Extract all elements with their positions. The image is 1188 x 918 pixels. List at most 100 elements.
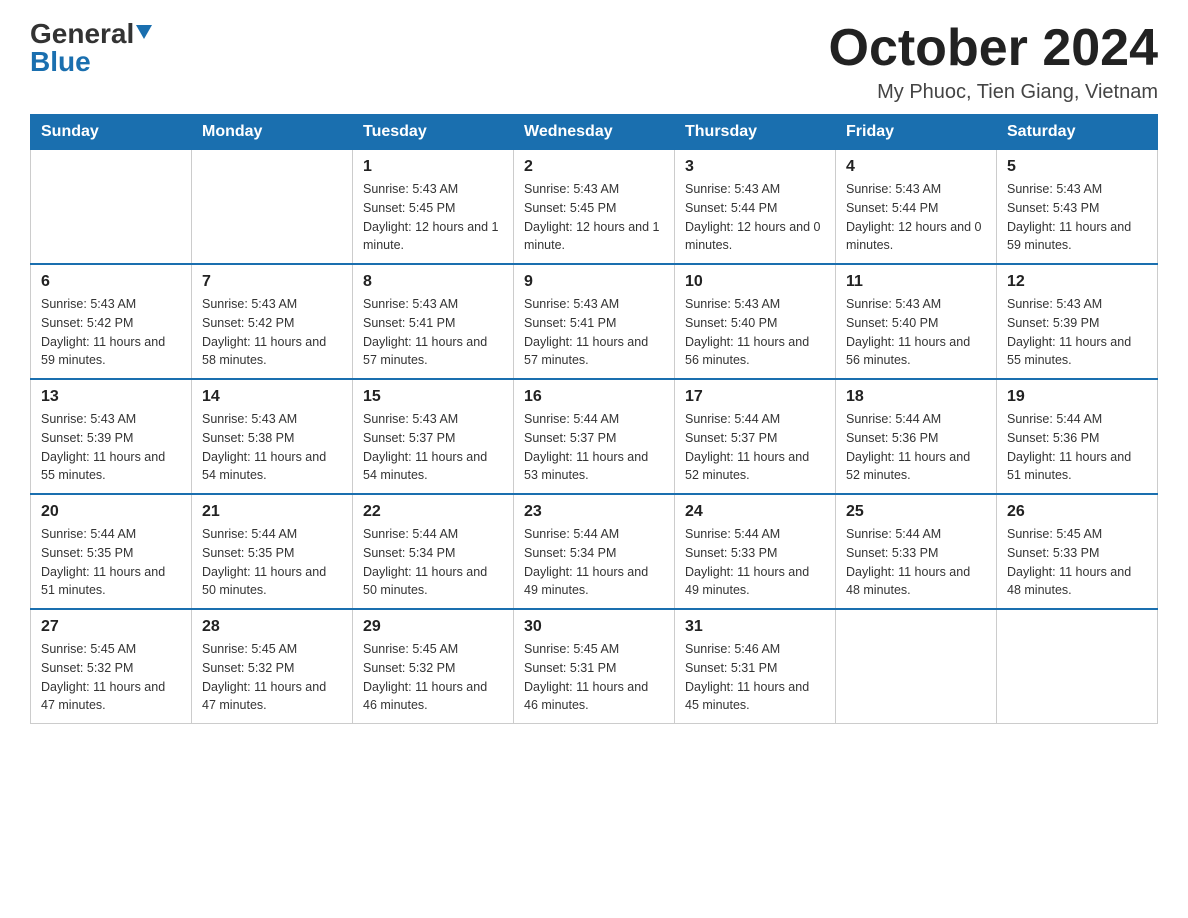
day-info: Sunrise: 5:43 AMSunset: 5:42 PMDaylight:… — [202, 295, 342, 370]
day-info: Sunrise: 5:43 AMSunset: 5:42 PMDaylight:… — [41, 295, 181, 370]
day-number: 3 — [685, 158, 825, 176]
calendar-cell: 10 Sunrise: 5:43 AMSunset: 5:40 PMDayligh… — [675, 264, 836, 379]
day-number: 29 — [363, 618, 503, 636]
day-info: Sunrise: 5:43 AMSunset: 5:39 PMDaylight:… — [1007, 295, 1147, 370]
location: My Phuoc, Tien Giang, Vietnam — [829, 81, 1159, 104]
day-number: 31 — [685, 618, 825, 636]
title-block: October 2024 My Phuoc, Tien Giang, Vietn… — [829, 20, 1159, 104]
day-number: 6 — [41, 273, 181, 291]
day-info: Sunrise: 5:45 AMSunset: 5:32 PMDaylight:… — [363, 640, 503, 715]
calendar-header-monday: Monday — [192, 115, 353, 150]
calendar-week-row: 1 Sunrise: 5:43 AMSunset: 5:45 PMDaylight… — [31, 150, 1158, 265]
calendar-cell: 27 Sunrise: 5:45 AMSunset: 5:32 PMDayligh… — [31, 609, 192, 724]
day-number: 15 — [363, 388, 503, 406]
day-number: 18 — [846, 388, 986, 406]
day-number: 19 — [1007, 388, 1147, 406]
calendar-cell: 12 Sunrise: 5:43 AMSunset: 5:39 PMDayligh… — [997, 264, 1158, 379]
logo-triangle-icon — [136, 25, 152, 39]
day-info: Sunrise: 5:43 AMSunset: 5:38 PMDaylight:… — [202, 410, 342, 485]
day-info: Sunrise: 5:45 AMSunset: 5:32 PMDaylight:… — [41, 640, 181, 715]
day-info: Sunrise: 5:44 AMSunset: 5:37 PMDaylight:… — [685, 410, 825, 485]
day-info: Sunrise: 5:43 AMSunset: 5:43 PMDaylight:… — [1007, 180, 1147, 255]
day-info: Sunrise: 5:44 AMSunset: 5:33 PMDaylight:… — [846, 525, 986, 600]
day-number: 22 — [363, 503, 503, 521]
calendar-cell: 20 Sunrise: 5:44 AMSunset: 5:35 PMDayligh… — [31, 494, 192, 609]
calendar-cell: 1 Sunrise: 5:43 AMSunset: 5:45 PMDaylight… — [353, 150, 514, 265]
calendar-cell: 8 Sunrise: 5:43 AMSunset: 5:41 PMDaylight… — [353, 264, 514, 379]
calendar-cell: 19Sunrise: 5:44 AMSunset: 5:36 PMDayligh… — [997, 379, 1158, 494]
calendar-cell: 5 Sunrise: 5:43 AMSunset: 5:43 PMDaylight… — [997, 150, 1158, 265]
calendar-header-saturday: Saturday — [997, 115, 1158, 150]
calendar-cell: 23 Sunrise: 5:44 AMSunset: 5:34 PMDayligh… — [514, 494, 675, 609]
day-info: Sunrise: 5:45 AMSunset: 5:31 PMDaylight:… — [524, 640, 664, 715]
calendar-week-row: 27 Sunrise: 5:45 AMSunset: 5:32 PMDayligh… — [31, 609, 1158, 724]
day-number: 13 — [41, 388, 181, 406]
day-number: 16 — [524, 388, 664, 406]
calendar-cell: 7Sunrise: 5:43 AMSunset: 5:42 PMDaylight… — [192, 264, 353, 379]
day-number: 8 — [363, 273, 503, 291]
calendar-cell: 24 Sunrise: 5:44 AMSunset: 5:33 PMDayligh… — [675, 494, 836, 609]
day-number: 25 — [846, 503, 986, 521]
day-number: 26 — [1007, 503, 1147, 521]
calendar-cell — [836, 609, 997, 724]
page-header: General Blue October 2024 My Phuoc, Tien… — [30, 20, 1158, 104]
day-info: Sunrise: 5:44 AMSunset: 5:35 PMDaylight:… — [202, 525, 342, 600]
calendar-header-friday: Friday — [836, 115, 997, 150]
day-info: Sunrise: 5:43 AMSunset: 5:45 PMDaylight:… — [363, 180, 503, 255]
day-info: Sunrise: 5:43 AMSunset: 5:37 PMDaylight:… — [363, 410, 503, 485]
calendar-week-row: 6 Sunrise: 5:43 AMSunset: 5:42 PMDaylight… — [31, 264, 1158, 379]
day-number: 17 — [685, 388, 825, 406]
day-info: Sunrise: 5:43 AMSunset: 5:41 PMDaylight:… — [524, 295, 664, 370]
calendar-cell: 30Sunrise: 5:45 AMSunset: 5:31 PMDayligh… — [514, 609, 675, 724]
day-info: Sunrise: 5:45 AMSunset: 5:32 PMDaylight:… — [202, 640, 342, 715]
calendar-cell: 21 Sunrise: 5:44 AMSunset: 5:35 PMDayligh… — [192, 494, 353, 609]
calendar-cell: 13 Sunrise: 5:43 AMSunset: 5:39 PMDayligh… — [31, 379, 192, 494]
calendar-cell: 6 Sunrise: 5:43 AMSunset: 5:42 PMDaylight… — [31, 264, 192, 379]
logo: General Blue — [30, 20, 152, 76]
day-info: Sunrise: 5:44 AMSunset: 5:33 PMDaylight:… — [685, 525, 825, 600]
calendar-header-wednesday: Wednesday — [514, 115, 675, 150]
calendar-cell — [31, 150, 192, 265]
day-info: Sunrise: 5:45 AMSunset: 5:33 PMDaylight:… — [1007, 525, 1147, 600]
day-info: Sunrise: 5:43 AMSunset: 5:41 PMDaylight:… — [363, 295, 503, 370]
calendar-cell: 11Sunrise: 5:43 AMSunset: 5:40 PMDayligh… — [836, 264, 997, 379]
day-info: Sunrise: 5:44 AMSunset: 5:34 PMDaylight:… — [363, 525, 503, 600]
day-info: Sunrise: 5:44 AMSunset: 5:34 PMDaylight:… — [524, 525, 664, 600]
calendar-header-tuesday: Tuesday — [353, 115, 514, 150]
month-title: October 2024 — [829, 20, 1159, 77]
calendar-cell: 16Sunrise: 5:44 AMSunset: 5:37 PMDayligh… — [514, 379, 675, 494]
day-number: 27 — [41, 618, 181, 636]
day-info: Sunrise: 5:44 AMSunset: 5:35 PMDaylight:… — [41, 525, 181, 600]
day-number: 1 — [363, 158, 503, 176]
day-info: Sunrise: 5:43 AMSunset: 5:39 PMDaylight:… — [41, 410, 181, 485]
calendar-cell: 26 Sunrise: 5:45 AMSunset: 5:33 PMDayligh… — [997, 494, 1158, 609]
day-info: Sunrise: 5:43 AMSunset: 5:45 PMDaylight:… — [524, 180, 664, 255]
calendar-cell: 28 Sunrise: 5:45 AMSunset: 5:32 PMDayligh… — [192, 609, 353, 724]
day-number: 12 — [1007, 273, 1147, 291]
calendar-cell: 22 Sunrise: 5:44 AMSunset: 5:34 PMDayligh… — [353, 494, 514, 609]
day-info: Sunrise: 5:43 AMSunset: 5:40 PMDaylight:… — [685, 295, 825, 370]
day-info: Sunrise: 5:43 AMSunset: 5:40 PMDaylight:… — [846, 295, 986, 370]
calendar-table: SundayMondayTuesdayWednesdayThursdayFrid… — [30, 114, 1158, 724]
day-number: 23 — [524, 503, 664, 521]
day-info: Sunrise: 5:43 AMSunset: 5:44 PMDaylight:… — [846, 180, 986, 255]
calendar-header-thursday: Thursday — [675, 115, 836, 150]
day-number: 4 — [846, 158, 986, 176]
calendar-cell: 25 Sunrise: 5:44 AMSunset: 5:33 PMDayligh… — [836, 494, 997, 609]
day-number: 2 — [524, 158, 664, 176]
day-number: 28 — [202, 618, 342, 636]
calendar-header-row: SundayMondayTuesdayWednesdayThursdayFrid… — [31, 115, 1158, 150]
day-number: 5 — [1007, 158, 1147, 176]
calendar-cell: 31Sunrise: 5:46 AMSunset: 5:31 PMDayligh… — [675, 609, 836, 724]
calendar-header-sunday: Sunday — [31, 115, 192, 150]
day-number: 10 — [685, 273, 825, 291]
calendar-cell: 18 Sunrise: 5:44 AMSunset: 5:36 PMDayligh… — [836, 379, 997, 494]
day-number: 9 — [524, 273, 664, 291]
day-number: 21 — [202, 503, 342, 521]
day-info: Sunrise: 5:44 AMSunset: 5:36 PMDaylight:… — [846, 410, 986, 485]
day-number: 24 — [685, 503, 825, 521]
logo-blue-text: Blue — [30, 48, 91, 76]
calendar-week-row: 13 Sunrise: 5:43 AMSunset: 5:39 PMDayligh… — [31, 379, 1158, 494]
day-number: 20 — [41, 503, 181, 521]
day-info: Sunrise: 5:43 AMSunset: 5:44 PMDaylight:… — [685, 180, 825, 255]
